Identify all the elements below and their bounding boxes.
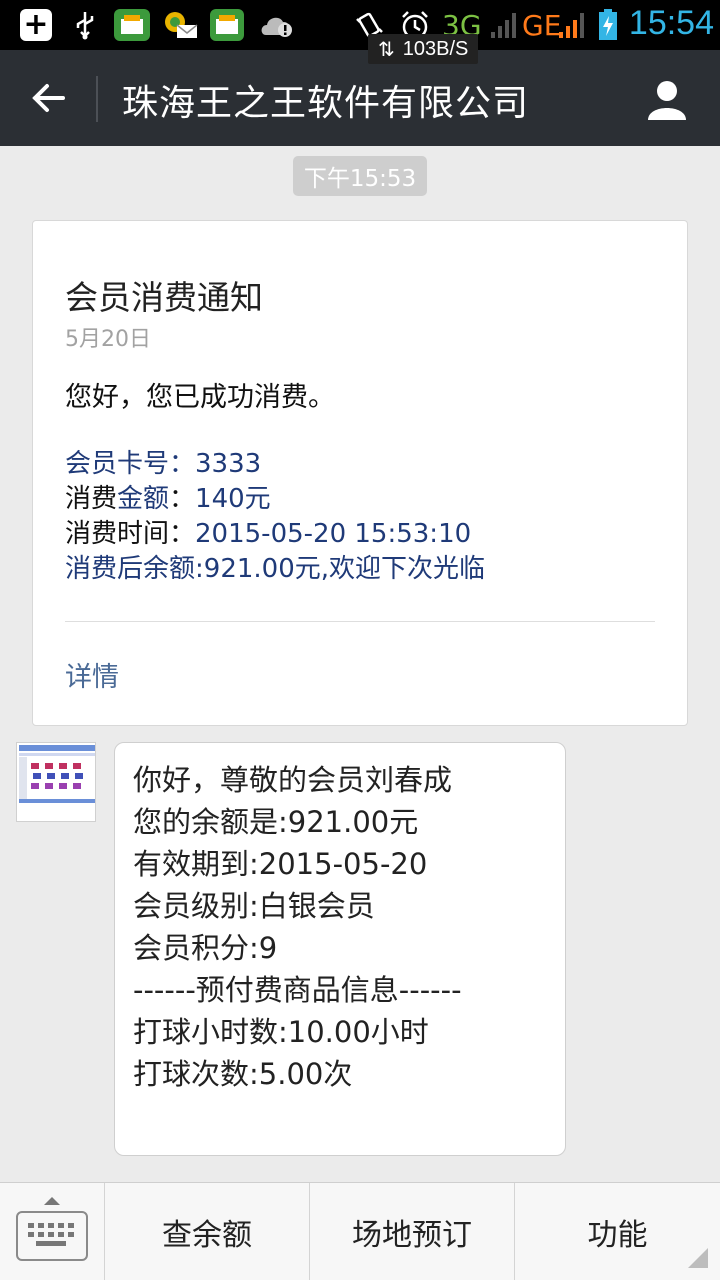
notification-card[interactable]: 会员消费通知 5月20日 您好，您已成功消费。 会员卡号：3333 消费金额：1… (32, 220, 688, 726)
card-greeting: 您好，您已成功消费。 (65, 382, 335, 413)
card-field-row: 消费时间：2015-05-20 15:53:10 (65, 517, 485, 552)
app-icon (114, 9, 150, 41)
page-title: 珠海王之王软件有限公司 (122, 83, 530, 124)
header-divider (96, 76, 98, 122)
avatar-image (17, 743, 95, 821)
field-value: 2015-05-20 15:53:10 (195, 519, 472, 549)
submenu-indicator-icon (688, 1248, 708, 1268)
reply-message-text: 你好，尊敬的会员刘春成 您的余额是:921.00元 有效期到:2015-05-2… (133, 759, 462, 1095)
message-line: 有效期到:2015-05-20 (133, 847, 428, 881)
back-arrow-icon (32, 84, 65, 112)
field-label: 消费时间： (65, 519, 196, 549)
profile-button[interactable] (644, 76, 690, 122)
field-label: 消费后余额 (65, 554, 196, 584)
details-link[interactable]: 详情 (65, 655, 119, 694)
card-divider (65, 621, 655, 622)
signal-icon (488, 9, 518, 41)
field-value: :921.00元,欢迎下次光临 (195, 554, 486, 584)
field-label: 会员卡号： (65, 449, 196, 479)
message-timestamp: 下午15:53 (293, 156, 427, 196)
signal-icon (556, 9, 586, 41)
menu-venue-booking[interactable]: 场地预订 (309, 1183, 514, 1280)
message-line: 打球小时数:10.00小时 (133, 1015, 429, 1049)
caret-up-icon (44, 1197, 60, 1205)
message-line: 会员积分:9 (133, 931, 278, 965)
message-line: ------预付费商品信息------ (133, 973, 462, 1007)
reply-message-bubble[interactable]: 你好，尊敬的会员刘春成 您的余额是:921.00元 有效期到:2015-05-2… (114, 742, 566, 1156)
message-line: 打球次数:5.00次 (133, 1057, 353, 1091)
field-value: 140元 (195, 484, 271, 514)
field-label-tail: ： (169, 484, 196, 514)
status-bar: + 3G GE 15:54 (0, 0, 720, 50)
app-header: 珠海王之王软件有限公司 (0, 50, 720, 146)
cloud-alert-icon (258, 9, 296, 41)
battery-charging-icon (596, 9, 620, 41)
status-time: 15:54 (628, 4, 714, 42)
card-field-row: 消费金额：140元 (65, 482, 485, 517)
keyboard-icon (16, 1211, 88, 1261)
avatar[interactable] (16, 742, 96, 822)
back-button[interactable] (20, 72, 76, 124)
card-date: 5月20日 (65, 327, 151, 352)
field-value: 3333 (195, 449, 262, 479)
network-ge-label: GE (522, 8, 562, 42)
message-line: 你好，尊敬的会员刘春成 (133, 763, 453, 797)
menu-check-balance[interactable]: 查余额 (104, 1183, 309, 1280)
message-line: 您的余额是:921.00元 (133, 805, 419, 839)
transfer-arrows-icon: ⇅ (378, 38, 395, 61)
card-field-row: 会员卡号：3333 (65, 447, 485, 482)
field-label: 消费 (65, 484, 118, 514)
message-line: 会员级别:白银会员 (133, 889, 375, 923)
net-speed-indicator: ⇅ 103B/S (368, 34, 479, 64)
card-title: 会员消费通知 (65, 278, 263, 317)
app-message-icon (162, 9, 200, 41)
bottom-menu-bar: 查余额 场地预订 功能 (0, 1182, 720, 1280)
profile-icon (648, 81, 686, 120)
keyboard-toggle-button[interactable] (0, 1183, 104, 1280)
usb-icon (72, 9, 98, 41)
add-icon: + (20, 9, 52, 41)
app-icon (210, 9, 244, 41)
card-fields: 会员卡号：3333 消费金额：140元 消费时间：2015-05-20 15:5… (65, 447, 485, 587)
card-field-row: 消费后余额:921.00元,欢迎下次光临 (65, 552, 485, 587)
net-speed-value: 103B/S (402, 37, 469, 60)
field-label-highlight: 金额 (117, 484, 170, 514)
